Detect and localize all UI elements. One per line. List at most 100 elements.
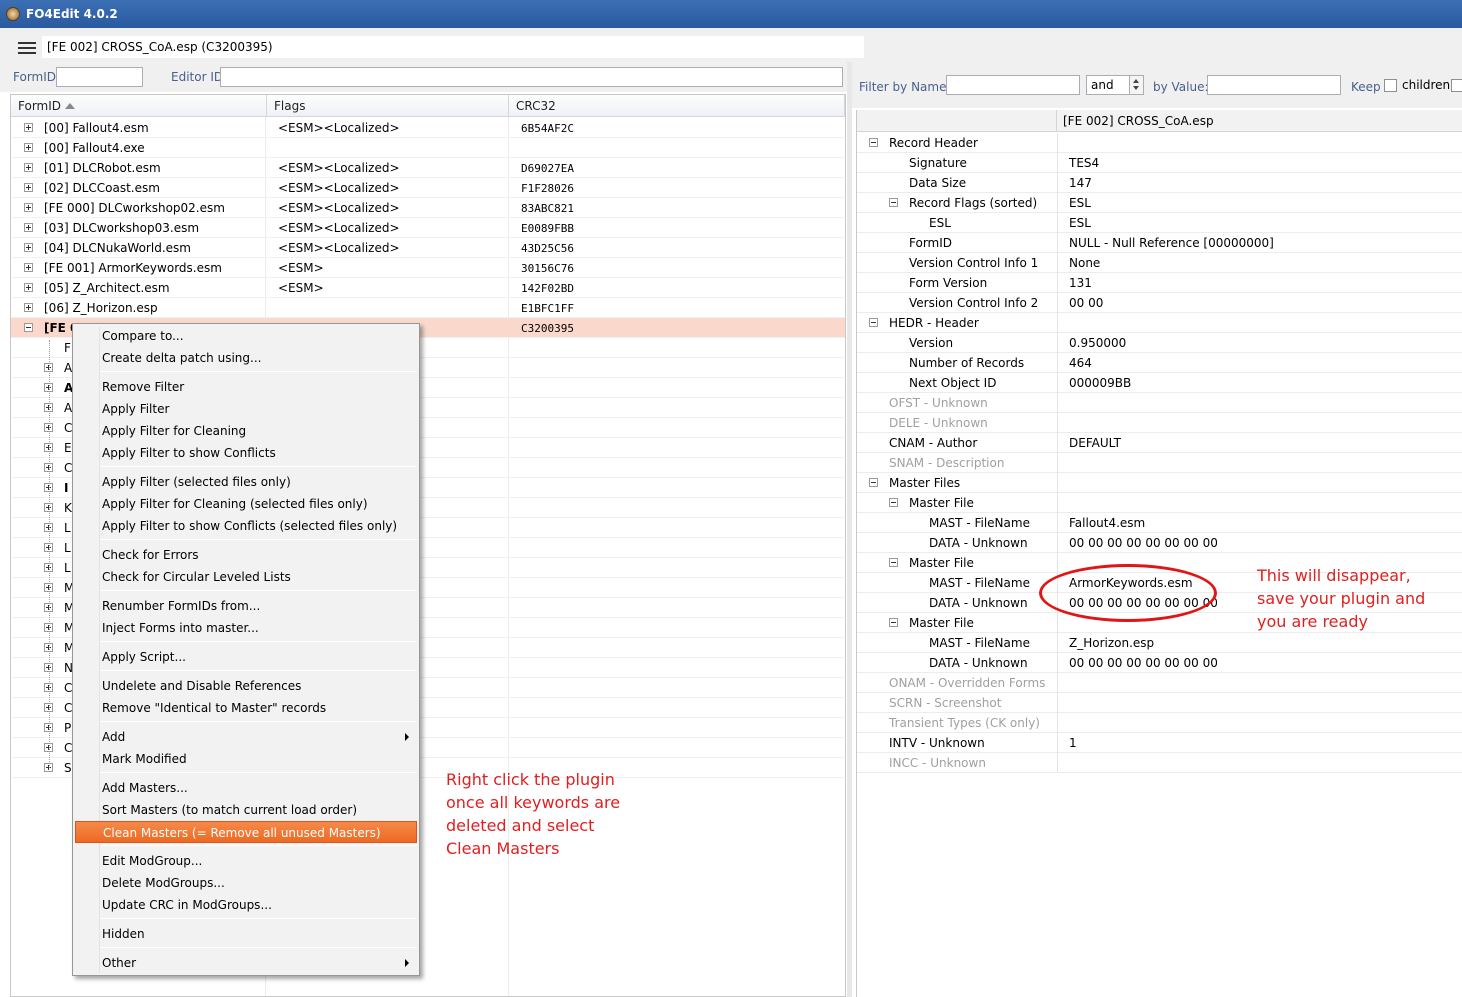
record-field-row[interactable]: ONAM - Overridden Forms: [857, 673, 1462, 693]
record-field-row[interactable]: SNAM - Description: [857, 453, 1462, 473]
menu-item[interactable]: Other: [75, 952, 417, 974]
file-name: [04] DLCNukaWorld.esm: [44, 241, 191, 255]
record-field-row[interactable]: CNAM - Author DEFAULT: [857, 433, 1462, 453]
file-row[interactable]: [00] Fallout4.esm <ESM><Localized> 6B54AF2…: [11, 118, 845, 138]
record-field-row[interactable]: DATA - Unknown 00 00 00 00 00 00 00 00: [857, 653, 1462, 673]
record-field-row[interactable]: FormID NULL - Null Reference [00000000]: [857, 233, 1462, 253]
menu-item[interactable]: Delete ModGroups...: [75, 872, 417, 894]
menu-item[interactable]: Apply Filter for Cleaning (selected file…: [75, 493, 417, 515]
record-field-row[interactable]: INTV - Unknown 1: [857, 733, 1462, 753]
column-header-crc32[interactable]: CRC32: [509, 95, 845, 117]
collapse-icon[interactable]: [889, 618, 898, 627]
file-row[interactable]: [FE 001] ArmorKeywords.esm <ESM> 30156C76: [11, 258, 845, 278]
menu-item[interactable]: Compare to...: [75, 325, 417, 347]
expand-icon[interactable]: [24, 263, 33, 272]
record-field-row[interactable]: HEDR - Header: [857, 313, 1462, 333]
menu-item[interactable]: Mark Modified: [75, 748, 417, 770]
record-field-row[interactable]: Number of Records 464: [857, 353, 1462, 373]
menu-item[interactable]: Add: [75, 726, 417, 748]
record-field-row[interactable]: Version 0.950000: [857, 333, 1462, 353]
record-field-row[interactable]: MAST - FileName Z_Horizon.esp: [857, 633, 1462, 653]
file-row[interactable]: [06] Z_Horizon.esp E1BFC1FF: [11, 298, 845, 318]
menu-item[interactable]: Sort Masters (to match current load orde…: [75, 799, 417, 821]
formid-input[interactable]: [56, 67, 143, 87]
record-field-row[interactable]: Transient Types (CK only): [857, 713, 1462, 733]
menu-item[interactable]: Apply Script...: [75, 646, 417, 668]
record-field-row[interactable]: MAST - FileName Fallout4.esm: [857, 513, 1462, 533]
field-value: ESL: [1069, 196, 1091, 210]
record-field-row[interactable]: SCRN - Screenshot: [857, 693, 1462, 713]
field-label: DELE - Unknown: [889, 416, 988, 430]
record-field-row[interactable]: DELE - Unknown: [857, 413, 1462, 433]
menu-item[interactable]: Apply Filter to show Conflicts (selected…: [75, 515, 417, 537]
expand-icon[interactable]: [24, 243, 33, 252]
expand-icon[interactable]: [24, 283, 33, 292]
menu-item[interactable]: Check for Circular Leveled Lists: [75, 566, 417, 588]
expand-icon[interactable]: [24, 143, 33, 152]
file-row[interactable]: [FE 000] DLCworkshop02.esm <ESM><Localize…: [11, 198, 845, 218]
collapse-icon[interactable]: [889, 498, 898, 507]
expand-icon[interactable]: [24, 123, 33, 132]
menu-item[interactable]: Undelete and Disable References: [75, 675, 417, 697]
record-field-row[interactable]: Form Version 131: [857, 273, 1462, 293]
expand-icon[interactable]: [24, 163, 33, 172]
keep-children-checkbox[interactable]: [1384, 79, 1397, 92]
record-field-row[interactable]: Record Header: [857, 133, 1462, 153]
record-field-row[interactable]: Master File: [857, 493, 1462, 513]
file-row[interactable]: [04] DLCNukaWorld.esm <ESM><Localized> 43D…: [11, 238, 845, 258]
record-field-row[interactable]: Version Control Info 1 None: [857, 253, 1462, 273]
spinner-icon[interactable]: [1129, 76, 1143, 94]
column-header-flags[interactable]: Flags: [267, 95, 509, 117]
file-row[interactable]: [02] DLCCoast.esm <ESM><Localized> F1F2802…: [11, 178, 845, 198]
expand-icon[interactable]: [24, 223, 33, 232]
file-row[interactable]: [00] Fallout4.exe: [11, 138, 845, 158]
menu-item[interactable]: Renumber FormIDs from...: [75, 595, 417, 617]
record-field-row[interactable]: DATA - Unknown 00 00 00 00 00 00 00 00: [857, 533, 1462, 553]
file-row[interactable]: [03] DLCworkshop03.esm <ESM><Localized> E0…: [11, 218, 845, 238]
menu-item[interactable]: Edit ModGroup...: [75, 850, 417, 872]
record-field-row[interactable]: Signature TES4: [857, 153, 1462, 173]
record-field-row[interactable]: Record Flags (sorted) ESL: [857, 193, 1462, 213]
menu-item[interactable]: Check for Errors: [75, 544, 417, 566]
file-row[interactable]: [05] Z_Architect.esm <ESM> 142F02BD: [11, 278, 845, 298]
menu-item[interactable]: Apply Filter (selected files only): [75, 471, 417, 493]
menu-item[interactable]: Apply Filter: [75, 398, 417, 420]
expand-icon[interactable]: [24, 303, 33, 312]
collapse-icon[interactable]: [24, 323, 33, 332]
expand-icon[interactable]: [24, 203, 33, 212]
file-row[interactable]: [01] DLCRobot.esm <ESM><Localized> D69027E…: [11, 158, 845, 178]
column-header-formid[interactable]: FormID: [11, 95, 267, 117]
record-field-row[interactable]: Data Size 147: [857, 173, 1462, 193]
menu-item[interactable]: Remove Filter: [75, 376, 417, 398]
collapse-icon[interactable]: [889, 558, 898, 567]
menu-item[interactable]: Clean Masters (= Remove all unused Maste…: [75, 821, 417, 843]
record-field-row[interactable]: INCC - Unknown: [857, 753, 1462, 773]
menu-icon[interactable]: [18, 42, 36, 54]
menu-item[interactable]: Update CRC in ModGroups...: [75, 894, 417, 916]
collapse-icon[interactable]: [869, 318, 878, 327]
menu-item[interactable]: Remove "Identical to Master" records: [75, 697, 417, 719]
filter-operator-select[interactable]: and: [1086, 75, 1144, 95]
file-flags: <ESM><Localized>: [278, 161, 400, 175]
record-field-row[interactable]: Master Files: [857, 473, 1462, 493]
expand-icon[interactable]: [24, 183, 33, 192]
record-field-row[interactable]: Next Object ID 000009BB: [857, 373, 1462, 393]
filter-value-input[interactable]: [1207, 75, 1341, 95]
menu-item[interactable]: Add Masters...: [75, 777, 417, 799]
record-field-row[interactable]: OFST - Unknown: [857, 393, 1462, 413]
menu-item[interactable]: Hidden: [75, 923, 417, 945]
record-field-row[interactable]: Version Control Info 2 00 00: [857, 293, 1462, 313]
menu-item[interactable]: Apply Filter for Cleaning: [75, 420, 417, 442]
collapse-icon[interactable]: [889, 198, 898, 207]
menu-item[interactable]: Apply Filter to show Conflicts: [75, 442, 417, 464]
menu-item[interactable]: Create delta patch using...: [75, 347, 417, 369]
extra-checkbox[interactable]: [1451, 79, 1462, 92]
collapse-icon[interactable]: [869, 478, 878, 487]
record-field-row[interactable]: ESL ESL: [857, 213, 1462, 233]
pane-splitter[interactable]: [847, 62, 852, 997]
menu-item[interactable]: Inject Forms into master...: [75, 617, 417, 639]
record-view[interactable]: [FE 002] CROSS_CoA.esp Record Header Sign…: [856, 110, 1462, 997]
collapse-icon[interactable]: [869, 138, 878, 147]
filter-name-input[interactable]: [946, 75, 1080, 95]
editorid-input[interactable]: [220, 67, 843, 87]
